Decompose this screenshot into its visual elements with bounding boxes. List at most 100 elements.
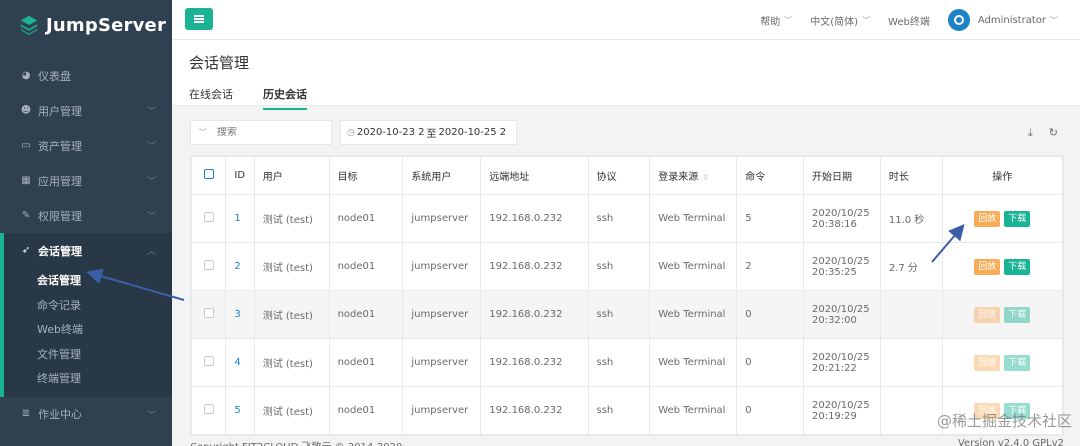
column-header-commands[interactable]: 命令	[736, 156, 804, 195]
user-menu[interactable]: Administrator ﹀	[947, 9, 1058, 31]
date-range-picker[interactable]: ◷ 2020-10-23 2 至 2020-10-25 2	[340, 120, 517, 145]
download-button[interactable]: 下载	[1004, 210, 1031, 227]
cell-commands: 0	[736, 338, 804, 387]
row-select-cell	[190, 338, 227, 387]
version-text: Version v2.4.0 GPLv2	[957, 438, 1064, 446]
column-header-system-user[interactable]: 系统用户	[402, 156, 482, 195]
cell-protocol: ssh	[587, 242, 651, 291]
column-header-duration[interactable]: 时长	[879, 156, 943, 195]
column-header-actions: 操作	[941, 156, 1064, 195]
cell-user: 测试 (test)	[253, 242, 330, 291]
table-row[interactable]: 3 测试 (test) node01 jumpserver 192.168.0.232 s…	[190, 290, 1064, 339]
cell-login-source: Web Terminal	[649, 242, 738, 291]
start-date-day: 2020/10/25	[811, 399, 870, 411]
table-row[interactable]: 2 测试 (test) node01 jumpserver 192.168.0.232 s…	[190, 242, 1064, 291]
session-id-link[interactable]: 1	[234, 213, 240, 224]
download-icon[interactable]: ⤓	[1028, 126, 1033, 140]
help-label: 帮助	[760, 16, 781, 28]
tab-history-sessions[interactable]: 历史会话	[263, 86, 307, 110]
cell-remote-address: 192.168.0.232	[480, 338, 589, 387]
cell-target: node01	[328, 194, 404, 243]
web-terminal-label: Web终端	[888, 16, 930, 28]
language-menu[interactable]: 中文(简体) ﹀	[810, 13, 870, 28]
date-separator: 至	[426, 129, 437, 140]
sidebar-item-dashboard[interactable]: ◕ 仪表盘	[0, 58, 172, 93]
brand[interactable]: JumpServer	[0, 0, 172, 50]
replay-button[interactable]: 回放	[974, 258, 1001, 275]
replay-button[interactable]: 回放	[974, 210, 1001, 227]
table-row[interactable]: 4 测试 (test) node01 jumpserver 192.168.0.232 s…	[190, 338, 1064, 387]
sidebar-item-permissions[interactable]: ✎ 权限管理 ﹀	[0, 198, 172, 233]
replay-button[interactable]: 回放	[974, 306, 1001, 323]
column-header-start-date[interactable]: 开始日期	[802, 156, 881, 195]
subnav-item-terminal-management[interactable]: 终端管理	[4, 366, 172, 391]
subnav-item-command-records[interactable]: 命令记录	[4, 293, 172, 318]
select-all-checkbox[interactable]	[203, 169, 214, 179]
session-id-link[interactable]: 3	[234, 309, 240, 320]
session-id-link[interactable]: 4	[234, 357, 240, 368]
sort-icon[interactable]: ⇳	[702, 173, 709, 182]
sidebar-item-label: 资产管理	[38, 139, 82, 153]
cell-remote-address: 192.168.0.232	[480, 386, 589, 435]
sidebar-item-jobs[interactable]: ≣ 作业中心 ﹀	[0, 397, 172, 432]
session-tabs: 在线会话 历史会话	[189, 86, 307, 110]
cell-target: node01	[328, 290, 404, 339]
column-header-remote-address[interactable]: 远端地址	[480, 156, 589, 195]
subnav-item-web-terminal[interactable]: Web终端	[4, 317, 172, 342]
column-header-id[interactable]: ID	[225, 156, 255, 195]
cell-actions: 回放 下载	[941, 290, 1064, 339]
cell-duration	[879, 338, 943, 387]
cell-protocol: ssh	[587, 194, 651, 243]
download-button[interactable]: 下载	[1004, 258, 1031, 275]
table-row[interactable]: 1 测试 (test) node01 jumpserver 192.168.0.232 s…	[190, 194, 1064, 243]
cell-protocol: ssh	[587, 338, 651, 387]
sidebar-item-label: 作业中心	[38, 408, 82, 421]
date-from[interactable]: 2020-10-23 2	[357, 127, 425, 138]
cell-start-date: 2020/10/25 20:35:25	[802, 242, 881, 291]
search-box[interactable]: ﹀	[190, 120, 332, 145]
row-checkbox[interactable]	[203, 404, 214, 414]
sidebar-item-users[interactable]: ☻ 用户管理 ﹀	[0, 93, 172, 128]
column-header-protocol[interactable]: 协议	[587, 156, 651, 195]
refresh-icon[interactable]: ↻	[1049, 126, 1058, 140]
session-id-link[interactable]: 2	[234, 261, 240, 272]
column-header-user[interactable]: 用户	[253, 156, 330, 195]
row-checkbox[interactable]	[203, 212, 214, 222]
user-avatar-icon	[947, 9, 970, 31]
column-header-target[interactable]: 目标	[328, 156, 404, 195]
help-menu[interactable]: 帮助 ﹀	[760, 13, 792, 28]
chevron-down-icon[interactable]: ﹀	[199, 127, 207, 138]
search-input[interactable]	[217, 127, 317, 138]
sidebar-item-sessions[interactable]: ➶ 会话管理 ︿	[0, 233, 172, 268]
table-row[interactable]: 5 测试 (test) node01 jumpserver 192.168.0.232 s…	[190, 386, 1064, 435]
cell-system-user: jumpserver	[402, 242, 482, 291]
watermark: @稀土掘金技术社区	[936, 412, 1072, 430]
sessions-subnav: 会话管理 命令记录 Web终端 文件管理 终端管理	[0, 268, 172, 397]
download-button[interactable]: 下载	[1004, 354, 1031, 371]
sidebar-item-assets[interactable]: ▭ 资产管理 ﹀	[0, 128, 172, 163]
tab-online-sessions[interactable]: 在线会话	[189, 86, 233, 110]
start-date-day: 2020/10/25	[811, 207, 870, 219]
row-select-cell	[190, 194, 227, 243]
download-button[interactable]: 下载	[1004, 306, 1031, 323]
cell-remote-address: 192.168.0.232	[480, 194, 589, 243]
date-to[interactable]: 2020-10-25 2	[439, 127, 507, 138]
row-checkbox[interactable]	[203, 308, 214, 318]
replay-button[interactable]: 回放	[974, 354, 1001, 371]
session-id-link[interactable]: 5	[234, 405, 240, 416]
row-checkbox[interactable]	[203, 356, 214, 366]
column-header-login-source[interactable]: 登录来源 ⇳	[649, 156, 738, 195]
menu-toggle-button[interactable]	[185, 8, 213, 30]
row-select-cell	[190, 242, 227, 291]
web-terminal-link[interactable]: Web终端	[888, 13, 930, 28]
cell-user: 测试 (test)	[253, 386, 330, 435]
sidebar-item-applications[interactable]: ▦ 应用管理 ﹀	[0, 163, 172, 198]
sidebar-item-label: 应用管理	[38, 174, 82, 188]
cell-user: 测试 (test)	[253, 194, 330, 243]
cell-commands: 0	[736, 386, 804, 435]
row-checkbox[interactable]	[203, 260, 214, 270]
subnav-item-session-management[interactable]: 会话管理	[4, 268, 172, 293]
chevron-down-icon: ﹀	[784, 15, 793, 25]
subnav-item-file-management[interactable]: 文件管理	[4, 342, 172, 367]
footer: Copyright FIT2CLOUD 飞致云 © 2014-2020 Vers…	[190, 438, 1064, 446]
